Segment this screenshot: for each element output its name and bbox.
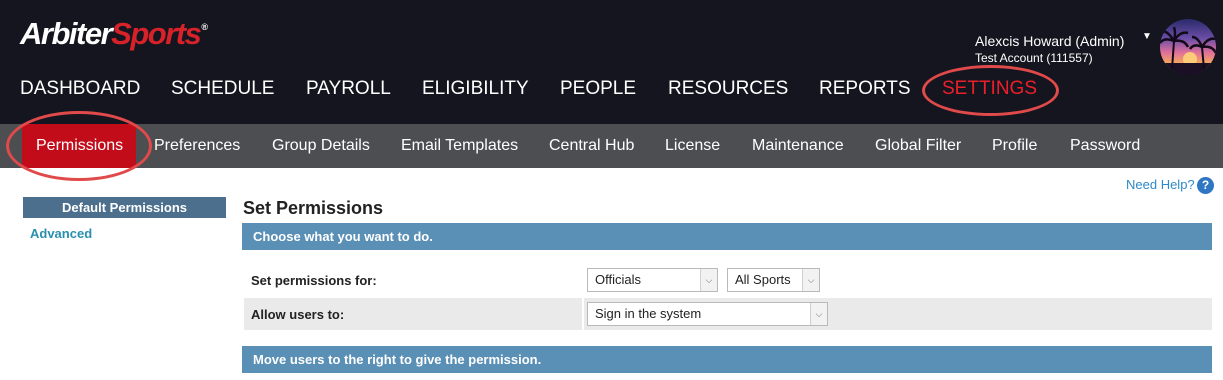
section-header-choose: Choose what you want to do. — [242, 223, 1212, 250]
nav-eligibility[interactable]: ELIGIBILITY — [422, 78, 529, 100]
nav-reports[interactable]: REPORTS — [819, 78, 911, 100]
tab-group-details[interactable]: Group Details — [272, 137, 370, 155]
nav-settings[interactable]: SETTINGS — [942, 78, 1037, 100]
top-header: ArbiterSports® Alexcis Howard (Admin) ▼ … — [0, 0, 1223, 124]
section-header-move-users: Move users to the right to give the perm… — [242, 346, 1212, 373]
tab-profile[interactable]: Profile — [992, 137, 1037, 155]
nav-resources[interactable]: RESOURCES — [668, 78, 788, 100]
arbitersports-logo[interactable]: ArbiterSports® — [20, 16, 208, 52]
chevron-down-icon: ⌵ — [700, 269, 717, 291]
chevron-down-icon: ⌵ — [810, 303, 827, 325]
nav-payroll[interactable]: PAYROLL — [306, 78, 391, 100]
tab-central-hub[interactable]: Central Hub — [549, 137, 634, 155]
page-title: Set Permissions — [243, 198, 384, 218]
allow-users-label: Allow users to: — [251, 307, 345, 322]
sidebar-advanced-link[interactable]: Advanced — [30, 226, 92, 241]
allow-users-row: Allow users to: Sign in the system ⌵ — [244, 298, 1212, 330]
logo-registered-mark: ® — [201, 22, 208, 32]
tab-permissions[interactable]: Permissions — [36, 137, 123, 155]
nav-dashboard[interactable]: DASHBOARD — [20, 78, 140, 100]
set-permissions-label: Set permissions for: — [251, 273, 377, 288]
tab-email-templates[interactable]: Email Templates — [401, 137, 518, 155]
set-permissions-row: Set permissions for: Officials ⌵ All Spo… — [244, 264, 1212, 296]
logo-part-arbiter: Arbiter — [20, 16, 113, 51]
help-icon[interactable]: ? — [1197, 177, 1214, 194]
permission-group-value: Officials — [595, 272, 641, 287]
tab-global-filter[interactable]: Global Filter — [875, 137, 961, 155]
permission-group-select[interactable]: Officials ⌵ — [587, 268, 718, 292]
logo-part-sports: Sports — [111, 16, 202, 51]
user-menu-caret-icon[interactable]: ▼ — [1142, 31, 1152, 42]
sport-select[interactable]: All Sports ⌵ — [727, 268, 820, 292]
avatar[interactable] — [1160, 19, 1216, 75]
tab-license[interactable]: License — [665, 137, 720, 155]
tab-preferences[interactable]: Preferences — [154, 137, 240, 155]
nav-schedule[interactable]: SCHEDULE — [171, 78, 274, 100]
action-value: Sign in the system — [595, 306, 702, 321]
chevron-down-icon: ⌵ — [802, 269, 819, 291]
tab-password[interactable]: Password — [1070, 137, 1140, 155]
avatar-sunset-palm-image — [1160, 19, 1216, 75]
sport-value: All Sports — [735, 272, 791, 287]
settings-subnav: Permissions Preferences Group Details Em… — [0, 124, 1223, 168]
need-help-link[interactable]: Need Help? — [1126, 177, 1195, 192]
tab-maintenance[interactable]: Maintenance — [752, 137, 844, 155]
action-select[interactable]: Sign in the system ⌵ — [587, 302, 828, 326]
user-name[interactable]: Alexcis Howard (Admin) — [975, 33, 1124, 49]
sidebar-default-permissions[interactable]: Default Permissions — [23, 197, 226, 218]
user-account: Test Account (111557) — [975, 51, 1093, 65]
column-divider — [582, 298, 584, 330]
nav-people[interactable]: PEOPLE — [560, 78, 636, 100]
